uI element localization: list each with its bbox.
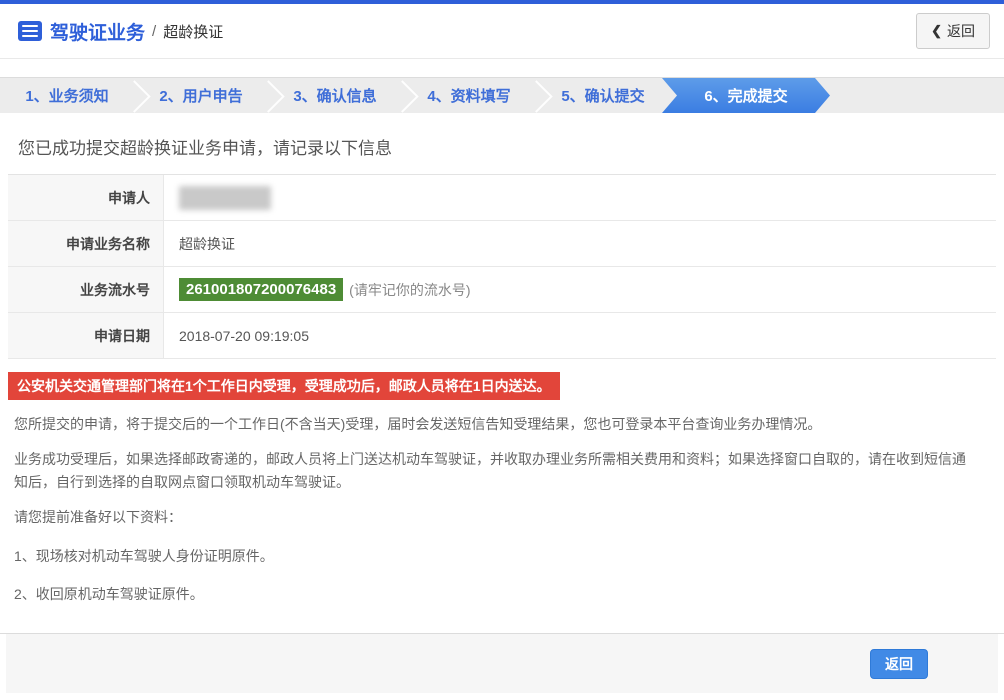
page-title-primary: 驾驶证业务 — [50, 18, 145, 45]
paragraph: 请您提前准备好以下资料： — [14, 506, 978, 528]
list-icon — [18, 21, 42, 41]
chevron-left-icon: ❮ — [931, 23, 942, 39]
back-button-bottom[interactable]: 返回 — [870, 649, 928, 679]
footer: 返回 — [6, 634, 998, 693]
redacted-applicant-name — [179, 186, 271, 210]
row-label: 申请日期 — [8, 313, 164, 358]
serial-number-note: (请牢记你的流水号) — [349, 280, 470, 300]
table-row-business-name: 申请业务名称 超龄换证 — [8, 221, 996, 267]
step-3-confirm-info[interactable]: 3、确认信息 — [268, 78, 402, 113]
step-4-fill-materials[interactable]: 4、资料填写 — [402, 78, 536, 113]
table-row-applicant: 申请人 — [8, 175, 996, 221]
stepbar-filler — [830, 78, 1004, 113]
step-6-complete-submit[interactable]: 6、完成提交 — [662, 78, 830, 113]
header-divider — [0, 58, 1004, 59]
step-2-user-declaration[interactable]: 2、用户申告 — [134, 78, 268, 113]
header: 驾驶证业务 / 超龄换证 ❮ 返回 — [0, 4, 1004, 58]
footer-divider: 返回 — [0, 633, 1004, 693]
row-label: 申请业务名称 — [8, 221, 164, 266]
row-label: 申请人 — [8, 175, 164, 220]
paragraph: 您所提交的申请，将于提交后的一个工作日(不含当天)受理，届时会发送短信告知受理结… — [14, 413, 978, 435]
info-paragraphs: 您所提交的申请，将于提交后的一个工作日(不含当天)受理，届时会发送短信告知受理结… — [14, 413, 978, 605]
success-heading: 您已成功提交超龄换证业务申请，请记录以下信息 — [18, 134, 986, 159]
back-button-top[interactable]: ❮ 返回 — [916, 13, 990, 49]
material-item-1: 1、现场核对机动车驾驶人身份证明原件。 — [14, 545, 978, 567]
table-row-serial-number: 业务流水号 261001807200076483 (请牢记你的流水号) — [8, 267, 996, 313]
processing-alert-banner: 公安机关交通管理部门将在1个工作日内受理，受理成功后，邮政人员将在1日内送达。 — [8, 372, 560, 400]
step-indicator: 1、业务须知 2、用户申告 3、确认信息 4、资料填写 5、确认提交 6、完成提… — [0, 77, 1004, 113]
row-value: 超龄换证 — [164, 221, 996, 266]
page-title-secondary: 超龄换证 — [163, 21, 223, 42]
step-5-confirm-submit[interactable]: 5、确认提交 — [536, 78, 670, 113]
row-value: 261001807200076483 (请牢记你的流水号) — [164, 267, 996, 312]
row-value — [164, 175, 996, 220]
step-1-business-notice[interactable]: 1、业务须知 — [0, 78, 134, 113]
serial-number-badge: 261001807200076483 — [179, 278, 343, 301]
material-item-2: 2、收回原机动车驾驶证原件。 — [14, 583, 978, 605]
application-info-table: 申请人 申请业务名称 超龄换证 业务流水号 261001807200076483… — [8, 174, 996, 359]
breadcrumb-separator: / — [152, 23, 156, 40]
paragraph: 业务成功受理后，如果选择邮政寄递的，邮政人员将上门送达机动车驾驶证，并收取办理业… — [14, 448, 978, 493]
page: 驾驶证业务 / 超龄换证 ❮ 返回 1、业务须知 2、用户申告 3、确认信息 4… — [0, 0, 1004, 700]
table-row-apply-date: 申请日期 2018-07-20 09:19:05 — [8, 313, 996, 359]
back-button-top-label: 返回 — [947, 21, 975, 41]
row-value: 2018-07-20 09:19:05 — [164, 313, 996, 358]
row-label: 业务流水号 — [8, 267, 164, 312]
